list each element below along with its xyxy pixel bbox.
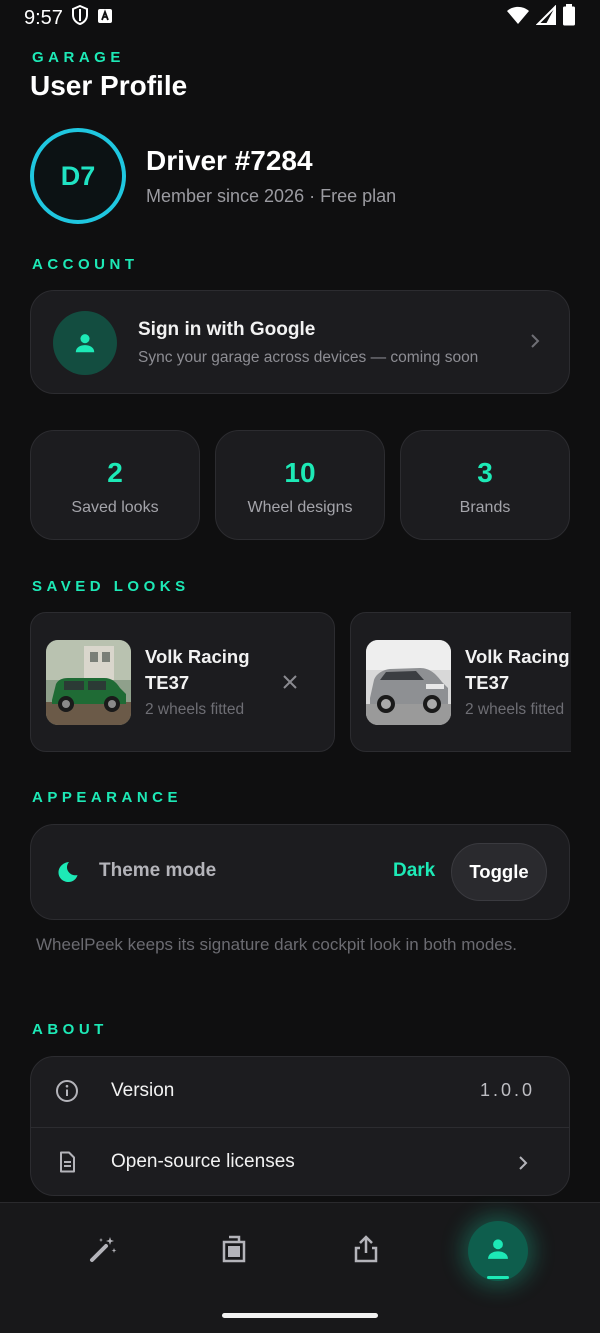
wifi-icon (506, 5, 530, 31)
home-indicator[interactable] (222, 1313, 378, 1318)
header-eyebrow: GARAGE (32, 49, 125, 66)
version-row: Version 1.0.0 (31, 1057, 569, 1127)
stat-card-brands: 3 Brands (400, 430, 570, 540)
stat-value: 10 (284, 457, 316, 488)
shield-icon (71, 4, 89, 31)
notification-icon (97, 7, 113, 30)
chevron-right-icon (529, 331, 541, 356)
close-icon[interactable] (281, 673, 299, 696)
saved-look-subtitle: 2 wheels fitted (465, 701, 565, 718)
saved-look-title: Volk Racing TE37 (145, 646, 250, 693)
stat-value: 2 (107, 457, 123, 488)
person-icon (53, 311, 117, 375)
status-bar: 9:57 (0, 0, 600, 36)
active-nav-indicator (487, 1276, 509, 1279)
theme-note: WheelPeek keeps its signature dark cockp… (36, 935, 517, 954)
nav-magic-wand[interactable] (73, 1220, 133, 1282)
theme-mode-label: Theme mode (99, 860, 217, 881)
theme-toggle-button[interactable]: Toggle (451, 843, 547, 901)
section-heading-account: ACCOUNT (32, 256, 139, 273)
licenses-label: Open-source licenses (111, 1151, 295, 1172)
version-label: Version (111, 1080, 175, 1101)
theme-mode-card: Theme mode Dark Toggle (30, 824, 570, 920)
profile-icon (484, 1235, 512, 1268)
section-heading-saved-looks: SAVED LOOKS (32, 578, 190, 595)
about-card: Version 1.0.0 Open-source licenses (30, 1056, 570, 1196)
status-time: 9:57 (24, 6, 63, 29)
theme-mode-value: Dark (393, 860, 436, 881)
magic-wand-icon (88, 1234, 118, 1269)
sign-in-title: Sign in with Google (138, 319, 316, 340)
car-thumbnail-green (46, 640, 131, 725)
cellular-signal-icon (535, 4, 556, 31)
stat-value: 3 (477, 457, 493, 488)
page-title: User Profile (30, 70, 188, 101)
saved-look-title: Volk Racing TE37 (465, 646, 570, 693)
share-icon (351, 1234, 381, 1269)
stat-card-saved-looks: 2 Saved looks (30, 430, 200, 540)
version-value: 1.0.0 (479, 1080, 535, 1100)
stat-label: Saved looks (71, 499, 159, 516)
sign-in-google-card[interactable]: Sign in with Google Sync your garage acr… (30, 290, 570, 394)
section-heading-about: ABOUT (32, 1021, 108, 1038)
saved-look-card[interactable]: Volk Racing TE37 2 wheels fitted (30, 612, 335, 752)
section-heading-appearance: APPEARANCE (32, 789, 183, 806)
stat-label: Brands (459, 499, 511, 516)
garage-icon (219, 1234, 249, 1269)
car-thumbnail-silver (366, 640, 451, 725)
saved-looks-carousel[interactable]: Volk Racing TE37 2 wheels fitted Volk Ra… (30, 612, 571, 753)
nav-share[interactable] (336, 1220, 396, 1282)
saved-look-subtitle: 2 wheels fitted (145, 701, 245, 718)
nav-profile[interactable] (468, 1221, 528, 1281)
sign-in-subtitle: Sync your garage across devices — coming… (138, 349, 479, 366)
info-icon (55, 1079, 79, 1108)
moon-icon (55, 860, 79, 889)
battery-icon (562, 4, 576, 32)
document-icon (55, 1150, 79, 1179)
nav-garage[interactable] (204, 1220, 264, 1282)
saved-look-card[interactable]: Volk Racing TE37 2 wheels fitted (350, 612, 571, 752)
licenses-row[interactable]: Open-source licenses (31, 1128, 569, 1195)
avatar: D7 (30, 128, 126, 224)
driver-subtitle: Member since 2026 · Free plan (146, 186, 397, 206)
chevron-right-icon (517, 1153, 529, 1178)
stat-card-wheel-designs: 10 Wheel designs (215, 430, 385, 540)
stat-label: Wheel designs (247, 499, 353, 516)
driver-name: Driver #7284 (146, 145, 313, 176)
